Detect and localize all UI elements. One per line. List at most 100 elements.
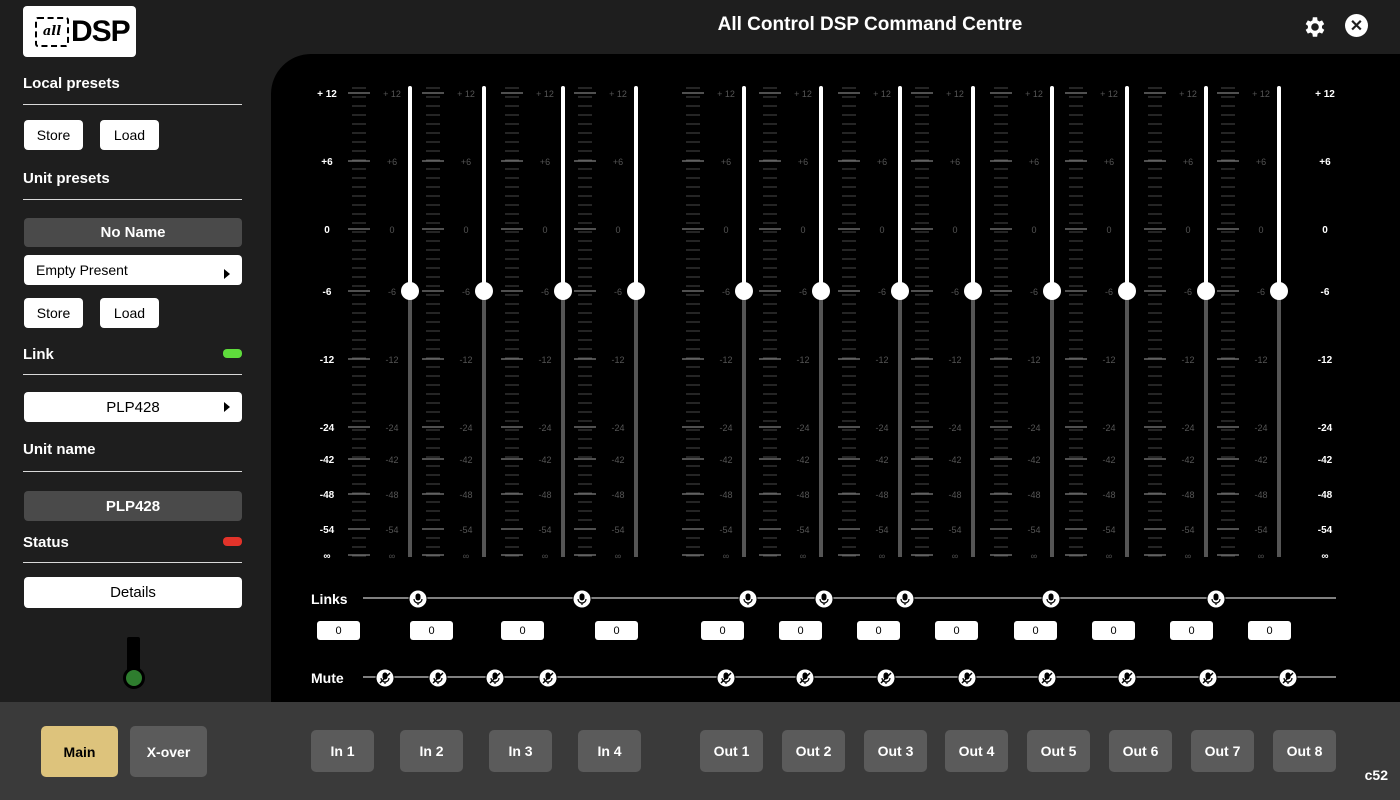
microphone-muted-icon[interactable]: [1037, 668, 1057, 688]
microphone-muted-icon[interactable]: [1198, 668, 1218, 688]
channel-value-box[interactable]: 0: [779, 621, 822, 640]
microphone-muted-icon[interactable]: [1117, 668, 1137, 688]
scale-label-right: + 12: [1315, 89, 1335, 100]
microphone-icon[interactable]: [1041, 589, 1061, 609]
fader-knob[interactable]: [1270, 282, 1288, 300]
channel-scale-label: +6: [721, 157, 731, 167]
tab-out-8[interactable]: Out 8: [1273, 730, 1336, 772]
channel-value-box[interactable]: 0: [935, 621, 978, 640]
channel-value-box[interactable]: 0: [501, 621, 544, 640]
tab-out-6[interactable]: Out 6: [1109, 730, 1172, 772]
tab-in-1[interactable]: In 1: [311, 730, 374, 772]
tab-out-7[interactable]: Out 7: [1191, 730, 1254, 772]
fader-knob[interactable]: [1118, 282, 1136, 300]
tab-out-4[interactable]: Out 4: [945, 730, 1008, 772]
tab-out-5[interactable]: Out 5: [1027, 730, 1090, 772]
channel-scale-label: -6: [1184, 287, 1192, 297]
fader-knob[interactable]: [627, 282, 645, 300]
tab-in-4[interactable]: In 4: [578, 730, 641, 772]
fader-knob[interactable]: [964, 282, 982, 300]
channel-scale-label: -48: [948, 490, 961, 500]
channel-scale-label: -48: [1181, 490, 1194, 500]
microphone-icon[interactable]: [572, 589, 592, 609]
channel-value-box[interactable]: 0: [1170, 621, 1213, 640]
tab-out-2[interactable]: Out 2: [782, 730, 845, 772]
microphone-icon[interactable]: [738, 589, 758, 609]
microphone-muted-icon[interactable]: [957, 668, 977, 688]
fader-knob[interactable]: [1197, 282, 1215, 300]
scale-label-left: -42: [320, 455, 335, 466]
status-label: Status: [23, 534, 69, 551]
fader-knob[interactable]: [401, 282, 419, 300]
preset-name-field[interactable]: No Name: [24, 218, 242, 247]
channel-scale-label: -54: [1181, 525, 1194, 535]
fader-knob[interactable]: [891, 282, 909, 300]
divider: [23, 562, 242, 563]
gear-icon[interactable]: [1302, 14, 1328, 40]
microphone-muted-icon[interactable]: [716, 668, 736, 688]
channel-scale-label: -54: [459, 525, 472, 535]
tab-in-2[interactable]: In 2: [400, 730, 463, 772]
microphone-muted-icon[interactable]: [1278, 668, 1298, 688]
channel-scale-label: -54: [796, 525, 809, 535]
local-load-button[interactable]: Load: [100, 120, 159, 150]
scale-label-right: -24: [1318, 423, 1333, 434]
microphone-muted-icon[interactable]: [538, 668, 558, 688]
channel-scale-label: -54: [719, 525, 732, 535]
fader-knob[interactable]: [475, 282, 493, 300]
microphone-icon[interactable]: [895, 589, 915, 609]
channel-scale-label: -42: [385, 455, 398, 465]
channel-scale-label: -24: [796, 423, 809, 433]
channel-value-box[interactable]: 0: [595, 621, 638, 640]
version-label: c52: [1364, 767, 1388, 783]
channel-scale-label: -48: [875, 490, 888, 500]
channel-scale-label: -42: [459, 455, 472, 465]
tab-main[interactable]: Main: [41, 726, 118, 777]
channel-value-box[interactable]: 0: [1014, 621, 1057, 640]
channel-scale-label: -42: [611, 455, 624, 465]
microphone-muted-icon[interactable]: [795, 668, 815, 688]
channel-scale-label: -12: [1102, 355, 1115, 365]
channel-scale-label: + 12: [873, 89, 891, 99]
microphone-muted-icon[interactable]: [876, 668, 896, 688]
channel-scale-label: -12: [611, 355, 624, 365]
tab-out-1[interactable]: Out 1: [700, 730, 763, 772]
preset-select[interactable]: Empty Present: [24, 255, 242, 285]
channel-scale-label: -54: [611, 525, 624, 535]
channel-scale-label: 0: [615, 225, 620, 235]
scale-label-left: -54: [320, 525, 335, 536]
scale-label-right: -42: [1318, 455, 1333, 466]
unit-name-field[interactable]: PLP428: [24, 491, 242, 521]
channel-scale-label: -54: [948, 525, 961, 535]
microphone-muted-icon[interactable]: [375, 668, 395, 688]
channel-value-box[interactable]: 0: [1248, 621, 1291, 640]
tab-in-3[interactable]: In 3: [489, 730, 552, 772]
fader-knob[interactable]: [1043, 282, 1061, 300]
channel-scale-label: -12: [719, 355, 732, 365]
fader-knob[interactable]: [812, 282, 830, 300]
channel-value-box[interactable]: 0: [857, 621, 900, 640]
tab-xover[interactable]: X-over: [130, 726, 207, 777]
scale-label-right: -6: [1321, 287, 1330, 298]
unit-store-button[interactable]: Store: [24, 298, 83, 328]
microphone-muted-icon[interactable]: [485, 668, 505, 688]
channel-value-box[interactable]: 0: [410, 621, 453, 640]
local-store-button[interactable]: Store: [24, 120, 83, 150]
channel-value-box[interactable]: 0: [317, 621, 360, 640]
level-meter-knob[interactable]: [123, 667, 145, 689]
scale-label-left: 0: [324, 225, 330, 236]
channel-scale-label: -48: [1027, 490, 1040, 500]
tab-out-3[interactable]: Out 3: [864, 730, 927, 772]
fader-knob[interactable]: [735, 282, 753, 300]
channel-value-box[interactable]: 0: [1092, 621, 1135, 640]
close-icon[interactable]: ✕: [1345, 14, 1368, 37]
unit-load-button[interactable]: Load: [100, 298, 159, 328]
fader-knob[interactable]: [554, 282, 572, 300]
microphone-icon[interactable]: [814, 589, 834, 609]
channel-value-box[interactable]: 0: [701, 621, 744, 640]
device-select[interactable]: PLP428: [24, 392, 242, 422]
details-button[interactable]: Details: [24, 577, 242, 608]
microphone-muted-icon[interactable]: [428, 668, 448, 688]
microphone-icon[interactable]: [1206, 589, 1226, 609]
microphone-icon[interactable]: [408, 589, 428, 609]
